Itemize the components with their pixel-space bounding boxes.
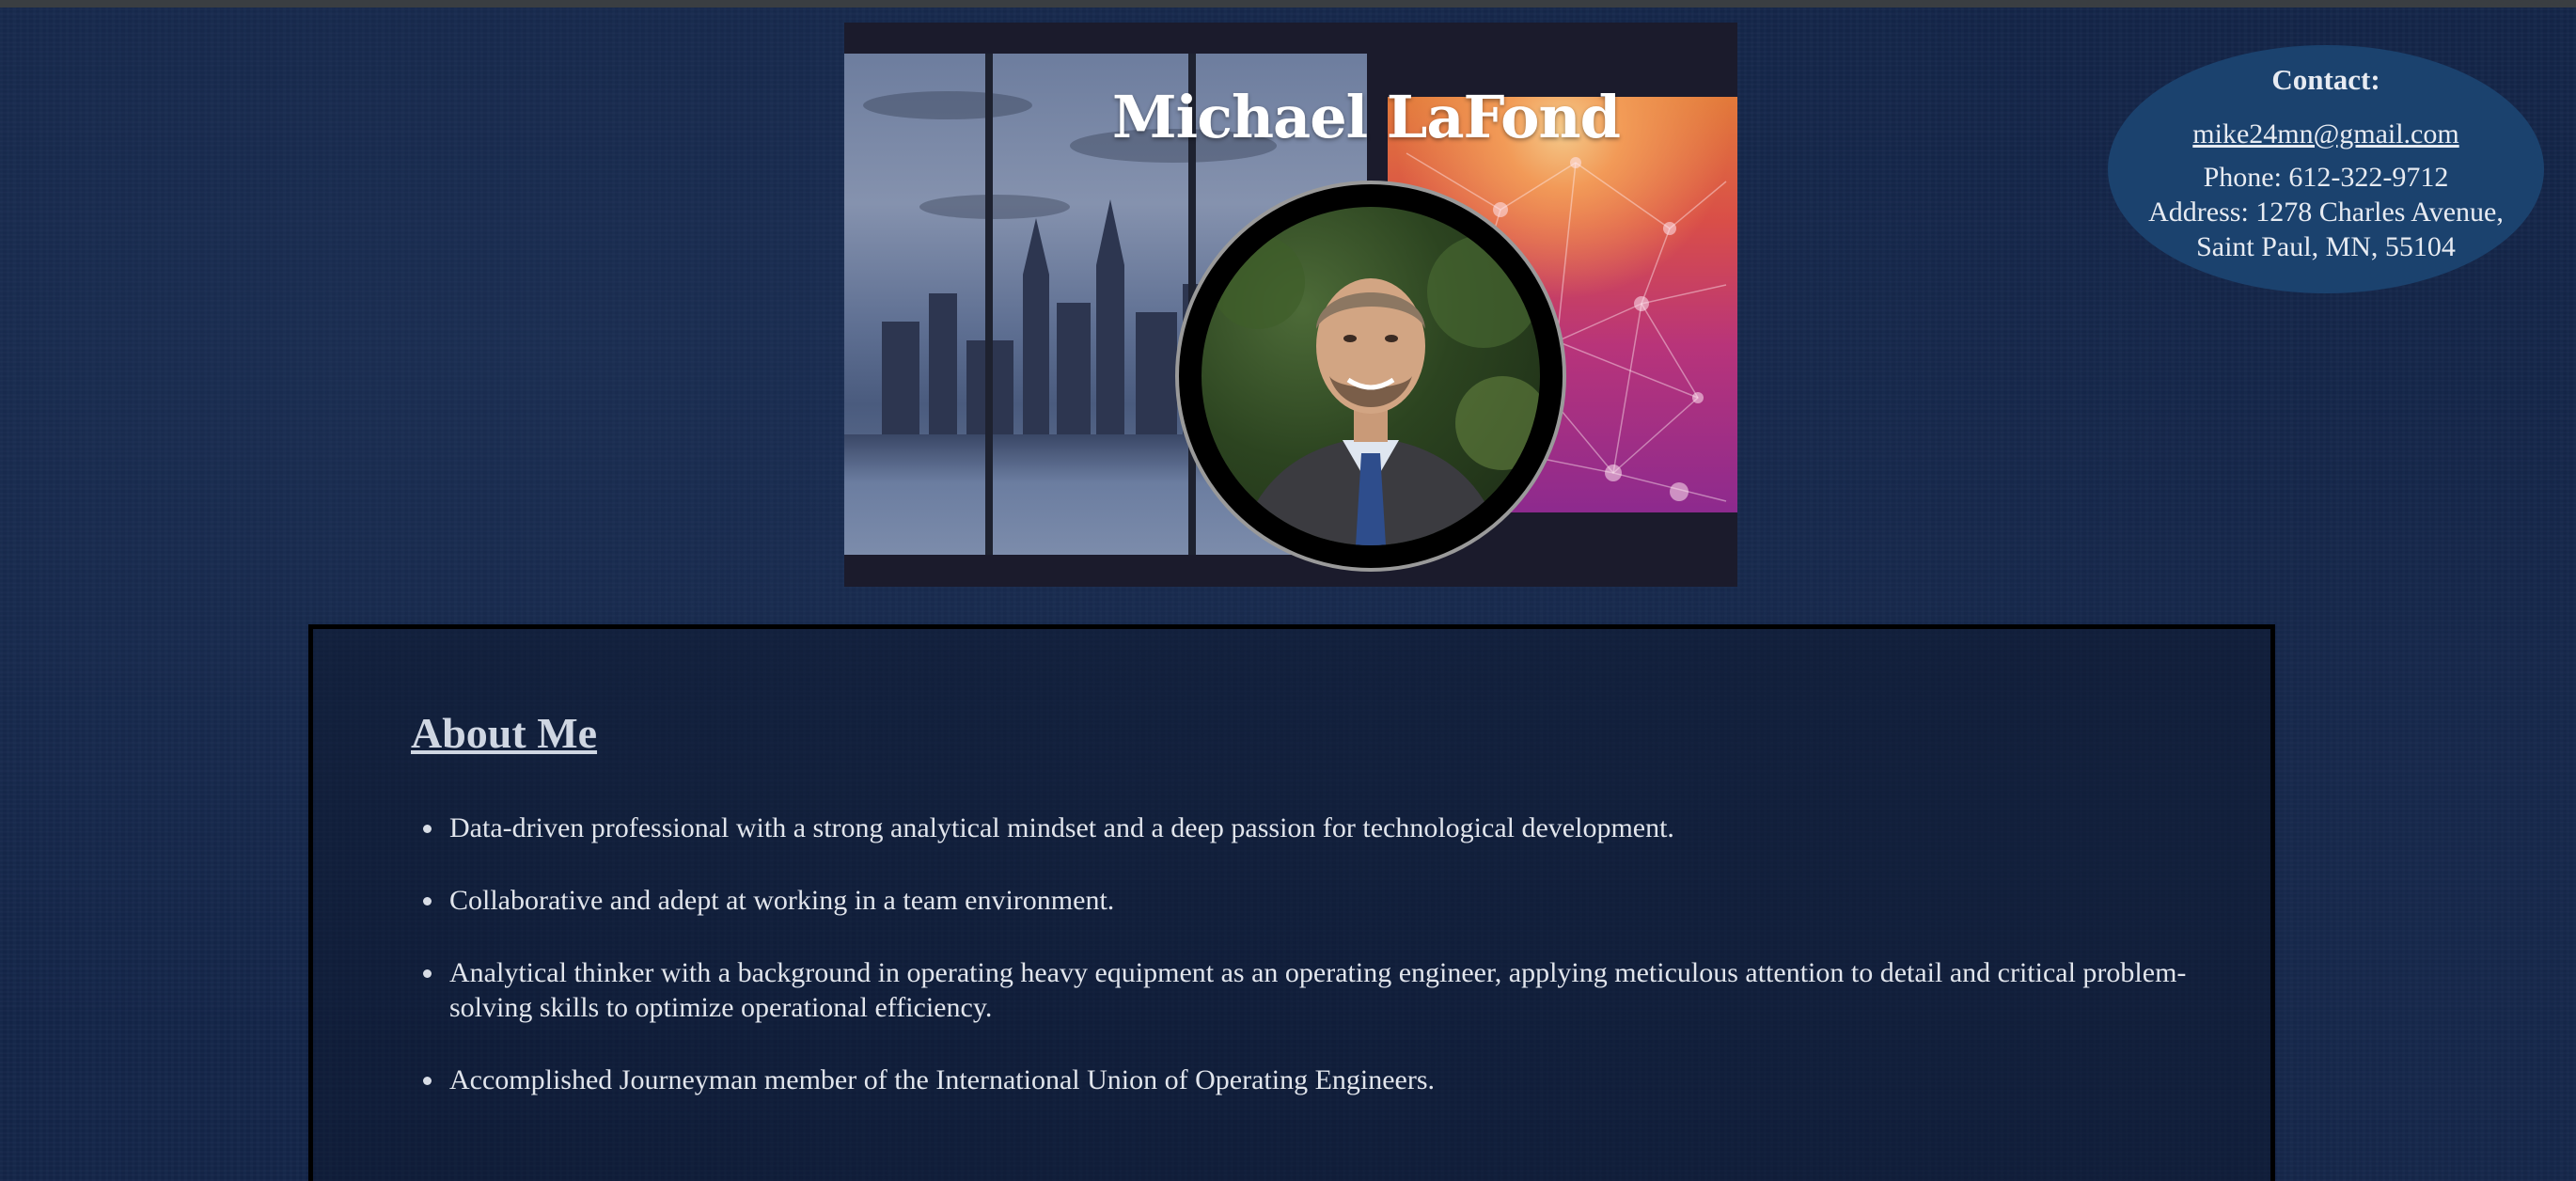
building-shape (1057, 303, 1091, 434)
building-shape (929, 293, 957, 434)
building-shape (1136, 312, 1177, 434)
profile-photo-frame (1179, 184, 1563, 568)
list-item: Accomplished Journeyman member of the In… (423, 1063, 2236, 1097)
window-top-strip (0, 0, 2576, 8)
portrait-illustration (1211, 235, 1540, 545)
bullet-icon (423, 897, 432, 905)
contact-heading: Contact: (2271, 63, 2380, 96)
list-item: Analytical thinker with a background in … (423, 955, 2236, 1025)
cloud-shape (919, 195, 1070, 219)
list-item: Collaborative and adept at working in a … (423, 883, 2236, 918)
list-item-text: Data-driven professional with a strong a… (449, 812, 1674, 843)
list-item-text: Accomplished Journeyman member of the In… (449, 1064, 1436, 1095)
about-section: About Me Data-driven professional with a… (308, 624, 2275, 1181)
building-shape (1023, 275, 1049, 434)
building-shape (882, 322, 919, 434)
list-item-text: Collaborative and adept at working in a … (449, 885, 1115, 916)
building-shape (1096, 265, 1124, 434)
bullet-icon (423, 825, 432, 833)
list-item-text: Analytical thinker with a background in … (449, 957, 2187, 1023)
bullet-icon (423, 1077, 432, 1085)
spire-shape (1023, 218, 1049, 275)
profile-photo (1202, 207, 1540, 545)
contact-address: Address: 1278 Charles Avenue, Saint Paul… (2148, 197, 2504, 262)
list-item: Data-driven professional with a strong a… (423, 811, 2236, 845)
about-heading: About Me (411, 709, 598, 757)
contact-phone: Phone: 612-322-9712 (2203, 162, 2449, 193)
contact-email-link[interactable]: mike24mn@gmail.com (2108, 117, 2544, 151)
contact-card: Contact: mike24mn@gmail.com Phone: 612-3… (2108, 45, 2544, 293)
spire-shape (1096, 199, 1124, 265)
bullet-icon (423, 969, 432, 978)
about-list: Data-driven professional with a strong a… (423, 811, 2236, 1135)
page-title: Michael LaFond (1112, 83, 1621, 151)
